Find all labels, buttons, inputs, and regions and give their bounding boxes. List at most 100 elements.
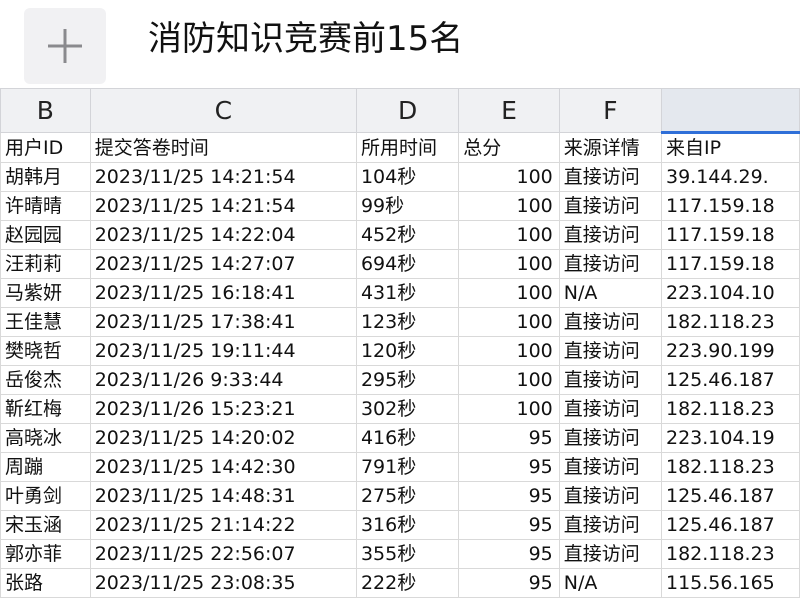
cell-user-id[interactable]: 靳红梅	[0, 394, 91, 424]
cell-total-score[interactable]: 95	[458, 423, 560, 453]
cell-user-id[interactable]: 赵园园	[0, 220, 91, 250]
cell-submit-time[interactable]: 2023/11/25 14:21:54	[89, 191, 357, 221]
cell-submit-time[interactable]: 2023/11/25 14:42:30	[89, 452, 357, 482]
cell-user-id[interactable]: 高晓冰	[0, 423, 91, 453]
cell-time-used[interactable]: 104秒	[355, 162, 460, 192]
cell-ip[interactable]: 223.104.19	[660, 423, 800, 453]
cell-time-used[interactable]: 416秒	[355, 423, 460, 453]
cell-total-score[interactable]: 95	[458, 510, 560, 540]
cell-user-id[interactable]: 张路	[0, 568, 91, 598]
cell-ip[interactable]: 223.104.10	[660, 278, 800, 308]
header-source[interactable]: 来源详情	[558, 132, 662, 163]
cell-time-used[interactable]: 431秒	[355, 278, 460, 308]
cell-ip[interactable]: 117.159.18	[660, 220, 800, 250]
cell-total-score[interactable]: 100	[458, 220, 560, 250]
column-header-e[interactable]: E	[458, 88, 560, 133]
column-header-c[interactable]: C	[89, 88, 357, 133]
header-ip[interactable]: 来自IP	[660, 132, 800, 163]
cell-ip[interactable]: 117.159.18	[660, 191, 800, 221]
cell-source[interactable]: 直接访问	[558, 336, 662, 366]
cell-submit-time[interactable]: 2023/11/25 16:18:41	[89, 278, 357, 308]
cell-user-id[interactable]: 樊晓哲	[0, 336, 91, 366]
cell-submit-time[interactable]: 2023/11/25 14:22:04	[89, 220, 357, 250]
cell-time-used[interactable]: 275秒	[355, 481, 460, 511]
cell-ip[interactable]: 125.46.187	[660, 365, 800, 395]
cell-user-id[interactable]: 王佳慧	[0, 307, 91, 337]
cell-submit-time[interactable]: 2023/11/26 15:23:21	[89, 394, 357, 424]
cell-time-used[interactable]: 791秒	[355, 452, 460, 482]
cell-source[interactable]: 直接访问	[558, 539, 662, 569]
cell-submit-time[interactable]: 2023/11/25 14:21:54	[89, 162, 357, 192]
cell-user-id[interactable]: 胡韩月	[0, 162, 91, 192]
cell-source[interactable]: 直接访问	[558, 481, 662, 511]
header-user-id[interactable]: 用户ID	[0, 132, 91, 163]
cell-ip[interactable]: 182.118.23	[660, 394, 800, 424]
cell-source[interactable]: 直接访问	[558, 191, 662, 221]
cell-time-used[interactable]: 123秒	[355, 307, 460, 337]
cell-source[interactable]: 直接访问	[558, 220, 662, 250]
cell-time-used[interactable]: 355秒	[355, 539, 460, 569]
add-button[interactable]	[24, 8, 106, 84]
cell-source[interactable]: N/A	[558, 568, 662, 598]
cell-source[interactable]: 直接访问	[558, 365, 662, 395]
cell-time-used[interactable]: 222秒	[355, 568, 460, 598]
cell-total-score[interactable]: 95	[458, 539, 560, 569]
cell-submit-time[interactable]: 2023/11/25 23:08:35	[89, 568, 357, 598]
cell-submit-time[interactable]: 2023/11/25 17:38:41	[89, 307, 357, 337]
cell-source[interactable]: 直接访问	[558, 452, 662, 482]
cell-submit-time[interactable]: 2023/11/25 21:14:22	[89, 510, 357, 540]
cell-ip[interactable]: 182.118.23	[660, 539, 800, 569]
cell-source[interactable]: 直接访问	[558, 423, 662, 453]
cell-total-score[interactable]: 95	[458, 481, 560, 511]
cell-ip[interactable]: 117.159.18	[660, 249, 800, 279]
cell-source[interactable]: N/A	[558, 278, 662, 308]
cell-ip[interactable]: 39.144.29.	[660, 162, 800, 192]
header-submit-time[interactable]: 提交答卷时间	[89, 132, 357, 163]
cell-user-id[interactable]: 周蹦	[0, 452, 91, 482]
cell-source[interactable]: 直接访问	[558, 249, 662, 279]
cell-ip[interactable]: 182.118.23	[660, 307, 800, 337]
cell-time-used[interactable]: 120秒	[355, 336, 460, 366]
column-header-d[interactable]: D	[355, 88, 460, 133]
cell-source[interactable]: 直接访问	[558, 394, 662, 424]
cell-time-used[interactable]: 452秒	[355, 220, 460, 250]
cell-user-id[interactable]: 汪莉莉	[0, 249, 91, 279]
cell-ip[interactable]: 182.118.23	[660, 452, 800, 482]
column-header-b[interactable]: B	[0, 88, 91, 133]
cell-total-score[interactable]: 100	[458, 336, 560, 366]
cell-ip[interactable]: 125.46.187	[660, 481, 800, 511]
cell-ip[interactable]: 223.90.199	[660, 336, 800, 366]
cell-submit-time[interactable]: 2023/11/25 19:11:44	[89, 336, 357, 366]
cell-total-score[interactable]: 100	[458, 191, 560, 221]
cell-submit-time[interactable]: 2023/11/26 9:33:44	[89, 365, 357, 395]
cell-user-id[interactable]: 叶勇剑	[0, 481, 91, 511]
spreadsheet[interactable]: B C D E F 用户ID 提交答卷时间 所用时间 总分 来源详情 来自IP …	[0, 88, 800, 600]
cell-user-id[interactable]: 许晴晴	[0, 191, 91, 221]
cell-source[interactable]: 直接访问	[558, 510, 662, 540]
cell-ip[interactable]: 115.56.165	[660, 568, 800, 598]
column-header-f[interactable]: F	[558, 88, 662, 133]
cell-time-used[interactable]: 99秒	[355, 191, 460, 221]
cell-total-score[interactable]: 95	[458, 452, 560, 482]
cell-user-id[interactable]: 宋玉涵	[0, 510, 91, 540]
cell-submit-time[interactable]: 2023/11/25 14:20:02	[89, 423, 357, 453]
column-header-g[interactable]	[660, 88, 800, 134]
cell-total-score[interactable]: 100	[458, 307, 560, 337]
cell-total-score[interactable]: 100	[458, 394, 560, 424]
cell-time-used[interactable]: 316秒	[355, 510, 460, 540]
cell-submit-time[interactable]: 2023/11/25 14:48:31	[89, 481, 357, 511]
cell-time-used[interactable]: 295秒	[355, 365, 460, 395]
cell-ip[interactable]: 125.46.187	[660, 510, 800, 540]
cell-user-id[interactable]: 马紫妍	[0, 278, 91, 308]
header-total-score[interactable]: 总分	[458, 132, 560, 163]
cell-source[interactable]: 直接访问	[558, 162, 662, 192]
cell-submit-time[interactable]: 2023/11/25 14:27:07	[89, 249, 357, 279]
cell-total-score[interactable]: 100	[458, 365, 560, 395]
cell-submit-time[interactable]: 2023/11/25 22:56:07	[89, 539, 357, 569]
cell-user-id[interactable]: 郭亦菲	[0, 539, 91, 569]
cell-time-used[interactable]: 694秒	[355, 249, 460, 279]
cell-total-score[interactable]: 100	[458, 249, 560, 279]
cell-total-score[interactable]: 100	[458, 162, 560, 192]
cell-user-id[interactable]: 岳俊杰	[0, 365, 91, 395]
cell-total-score[interactable]: 100	[458, 278, 560, 308]
